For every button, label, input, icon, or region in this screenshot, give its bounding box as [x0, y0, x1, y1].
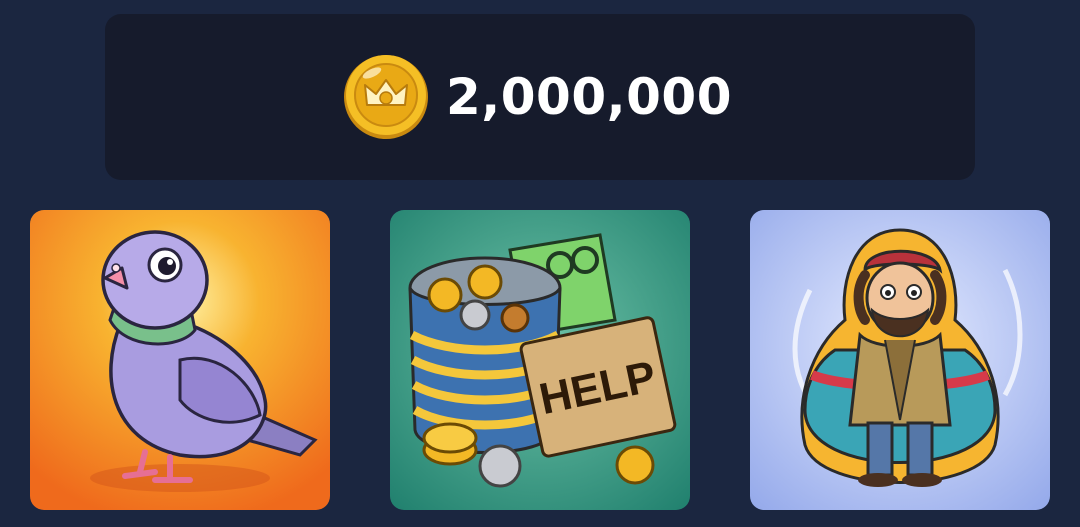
card-doll[interactable]	[750, 210, 1050, 510]
balance-row: 2,000,000	[342, 53, 732, 141]
crown-coin-icon	[343, 55, 428, 139]
balance-amount: 2,000,000	[445, 68, 733, 126]
card-tin-can[interactable]: HELP	[390, 210, 690, 510]
pigeon-icon	[30, 210, 330, 510]
balance-panel: 2,000,000	[105, 14, 975, 180]
tin-can-help-icon: HELP	[390, 210, 690, 510]
homeless-doll-icon	[750, 210, 1050, 510]
card-pigeon[interactable]	[30, 210, 330, 510]
